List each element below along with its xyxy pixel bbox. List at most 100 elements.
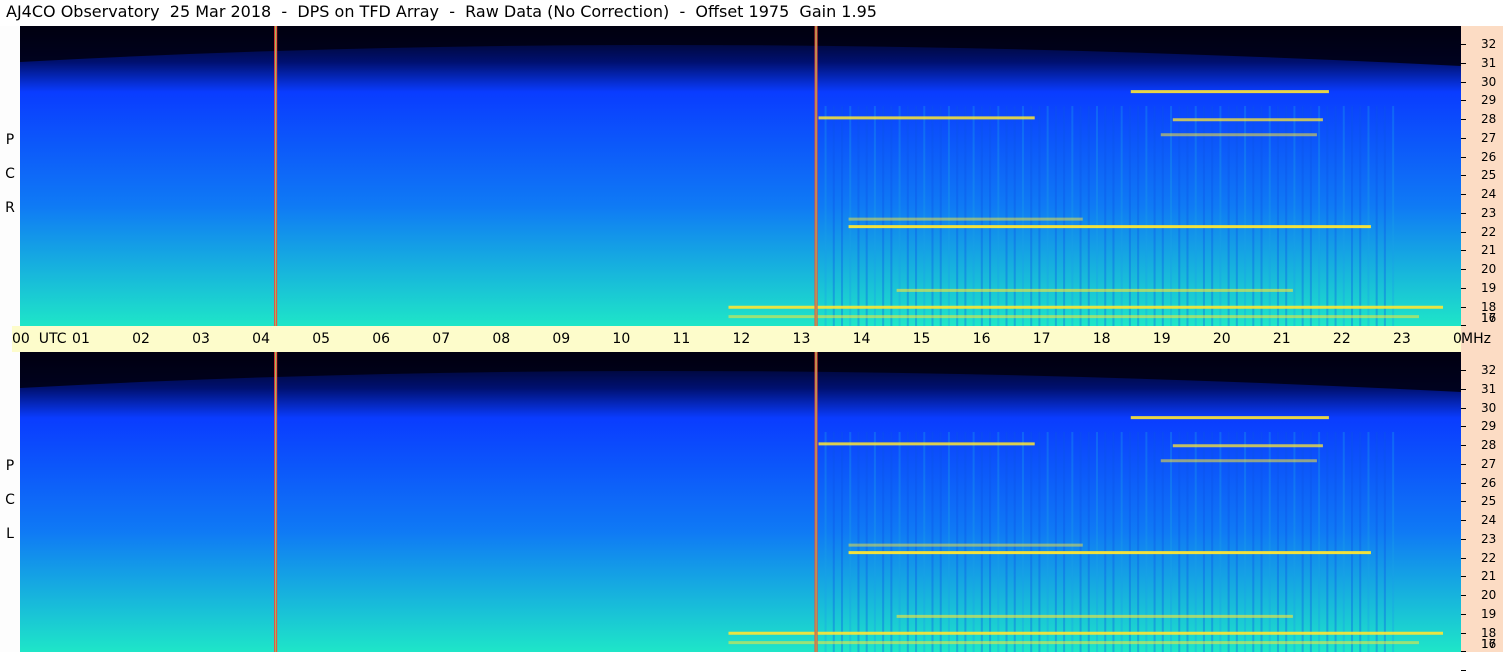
texture-stripe	[1170, 432, 1173, 652]
texture-stripe	[980, 106, 983, 326]
texture-stripe	[1375, 106, 1378, 326]
texture-stripe	[1309, 432, 1312, 652]
time-tick-label: 08	[492, 331, 511, 347]
frequency-tick	[1461, 576, 1466, 578]
texture-stripe	[972, 106, 975, 326]
time-tick-label: 09	[552, 331, 571, 347]
frequency-tick-label: 20	[1481, 588, 1497, 602]
texture-stripe	[1104, 432, 1107, 652]
frequency-tick	[1461, 520, 1466, 521]
texture-stripe	[1005, 432, 1008, 652]
emission-band	[1172, 444, 1323, 448]
chart-title: AJ4CO Observatory 25 Mar 2018 - DPS on T…	[6, 2, 877, 21]
emission-band	[728, 305, 1443, 309]
frequency-tick-label: 30	[1481, 400, 1497, 415]
texture-stripe	[1120, 106, 1123, 326]
frequency-tick-label: 28	[1481, 112, 1497, 126]
texture-stripe	[1276, 432, 1279, 652]
frequency-tick	[1461, 595, 1466, 596]
texture-stripe	[1268, 106, 1271, 326]
frequency-tick-label: 26	[1481, 149, 1497, 164]
frequency-tick	[1461, 212, 1466, 214]
frequency-tick	[1461, 632, 1466, 634]
frequency-tick-label: 31	[1481, 381, 1497, 396]
texture-stripe	[1351, 432, 1354, 652]
time-tick-label: 19	[1152, 331, 1171, 347]
texture-stripe	[1137, 432, 1140, 652]
emission-band	[848, 543, 1083, 547]
frequency-tick-label: 22	[1481, 224, 1497, 239]
texture-stripe	[1285, 432, 1288, 652]
texture-stripe	[1342, 106, 1345, 326]
time-tick-label: 13	[792, 331, 811, 347]
texture-stripe	[882, 432, 885, 652]
texture-stripe	[1351, 106, 1354, 326]
texture-stripe	[873, 432, 876, 652]
frequency-tick	[1461, 388, 1466, 390]
texture-stripe	[1309, 106, 1312, 326]
texture-stripe	[849, 432, 852, 652]
frequency-tick	[1461, 137, 1466, 139]
texture-stripe	[1161, 432, 1164, 652]
frequency-tick	[1461, 156, 1466, 158]
texture-stripe	[923, 432, 926, 652]
texture-stripe	[1227, 106, 1230, 326]
texture-stripe	[980, 432, 983, 652]
texture-stripe	[1383, 432, 1386, 652]
texture-stripe	[1071, 106, 1074, 326]
frequency-tick-label: 16	[1481, 637, 1497, 651]
texture-stripe	[832, 106, 835, 326]
texture-stripe	[1219, 432, 1222, 652]
time-tick-label: 23	[1392, 331, 1411, 347]
emission-band	[818, 116, 1035, 120]
emission-band	[896, 614, 1293, 618]
texture-stripe	[1211, 106, 1214, 326]
pol-letter: L	[6, 526, 14, 542]
texture-stripe	[1227, 432, 1230, 652]
emission-band	[1130, 90, 1329, 94]
texture-stripe	[1334, 432, 1337, 652]
texture-stripe	[1194, 106, 1197, 326]
spectrogram-rcp	[20, 26, 1461, 326]
texture-stripe	[947, 432, 950, 652]
frequency-tick	[1461, 651, 1466, 653]
spectrogram-lcp-svg	[20, 352, 1461, 652]
texture-stripe	[989, 106, 992, 326]
texture-stripe	[832, 432, 835, 652]
texture-stripe	[857, 106, 860, 326]
texture-stripe	[972, 432, 975, 652]
texture-stripe	[1392, 106, 1395, 326]
texture-stripe	[1120, 432, 1123, 652]
texture-stripe	[841, 432, 844, 652]
emission-band	[896, 288, 1293, 292]
frequency-tick	[1461, 482, 1466, 484]
emission-band	[728, 631, 1443, 635]
texture-stripe	[1211, 432, 1214, 652]
frequency-tick-label: 19	[1481, 606, 1497, 621]
texture-stripe	[1235, 106, 1238, 326]
texture-stripe	[1112, 106, 1115, 326]
texture-stripe	[931, 432, 934, 652]
texture-stripe	[898, 106, 901, 326]
frequency-tick-label: 19	[1481, 280, 1497, 295]
texture-stripe	[1202, 106, 1205, 326]
time-tick-label: 07	[432, 331, 451, 347]
emission-band	[818, 442, 1035, 446]
frequency-tick	[1461, 306, 1466, 308]
texture-stripe	[997, 432, 1000, 652]
texture-stripe	[923, 106, 926, 326]
frequency-tick-label: 32	[1481, 363, 1497, 377]
frequency-tick	[1461, 81, 1466, 83]
time-tick-label: 05	[312, 331, 331, 347]
emission-band	[1160, 459, 1317, 463]
texture-stripe	[1367, 432, 1370, 652]
pol-letter: C	[5, 492, 15, 508]
texture-stripe	[1063, 432, 1066, 652]
time-tick-label: 02	[132, 331, 150, 347]
texture-stripe	[841, 106, 844, 326]
texture-stripe	[1392, 432, 1395, 652]
frequency-tick	[1461, 62, 1466, 64]
texture-stripe	[890, 106, 893, 326]
texture-stripe	[939, 432, 942, 652]
texture-stripe	[1038, 432, 1041, 652]
